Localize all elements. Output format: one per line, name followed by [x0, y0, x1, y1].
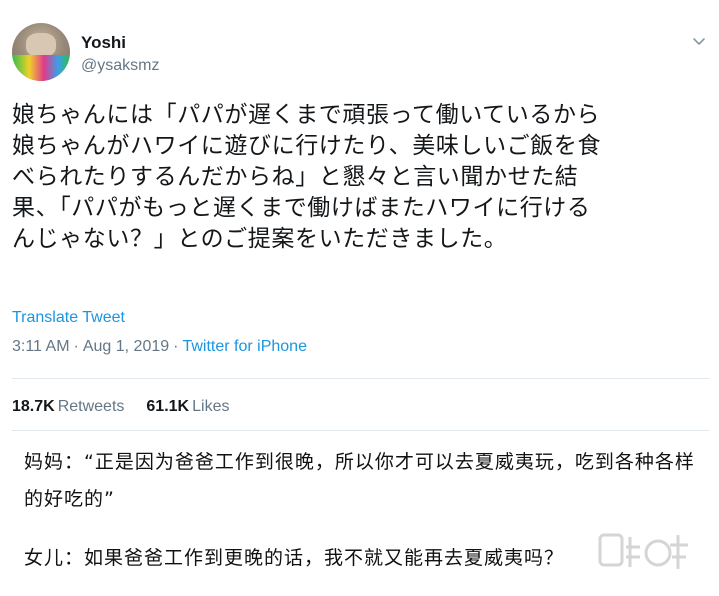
- tweet-source-link[interactable]: Twitter for iPhone: [182, 338, 307, 355]
- watermark-logo: [598, 533, 688, 569]
- likes-stat[interactable]: 61.1K Likes: [146, 398, 229, 415]
- chevron-down-icon[interactable]: [690, 32, 708, 50]
- author-display-name[interactable]: Yoshi: [81, 33, 126, 53]
- translation-daughter-line: 女儿：如果爸爸工作到更晚的话，我不就又能再去夏威夷吗？: [24, 547, 565, 569]
- tweet-meta: 3:11 AM · Aug 1, 2019 · Twitter for iPhone: [12, 338, 307, 356]
- divider: [12, 430, 709, 431]
- translation-mom-line: 妈妈：“正是因为爸爸工作到很晚，所以你才可以去夏威夷玩，吃到各种各样的好吃的”: [24, 451, 695, 510]
- meta-separator: ·: [73, 338, 79, 355]
- avatar-face: [26, 33, 56, 57]
- chinese-translation: 妈妈：“正是因为爸爸工作到很晚，所以你才可以去夏威夷玩，吃到各种各样的好吃的” …: [24, 444, 704, 569]
- divider: [12, 378, 709, 379]
- retweets-stat[interactable]: 18.7K Retweets: [12, 398, 124, 415]
- avatar[interactable]: [12, 23, 70, 81]
- tweet-text: 娘ちゃんには「パパが遅くまで頑張って働いているから 娘ちゃんがハワイに遊びに行け…: [12, 102, 602, 252]
- meta-separator: ·: [173, 338, 179, 355]
- tweet-time[interactable]: 3:11 AM: [12, 338, 70, 355]
- likes-count: 61.1K: [146, 398, 190, 415]
- likes-label: Likes: [192, 398, 230, 415]
- author-handle[interactable]: @ysaksmz: [81, 57, 159, 75]
- tweet-date[interactable]: Aug 1, 2019: [83, 338, 169, 355]
- retweets-count: 18.7K: [12, 398, 55, 415]
- retweets-label: Retweets: [57, 398, 125, 415]
- tweet-stats: 18.7K Retweets 61.1K Likes: [12, 398, 229, 416]
- translate-tweet-link[interactable]: Translate Tweet: [12, 309, 125, 327]
- avatar-hat: [12, 55, 70, 81]
